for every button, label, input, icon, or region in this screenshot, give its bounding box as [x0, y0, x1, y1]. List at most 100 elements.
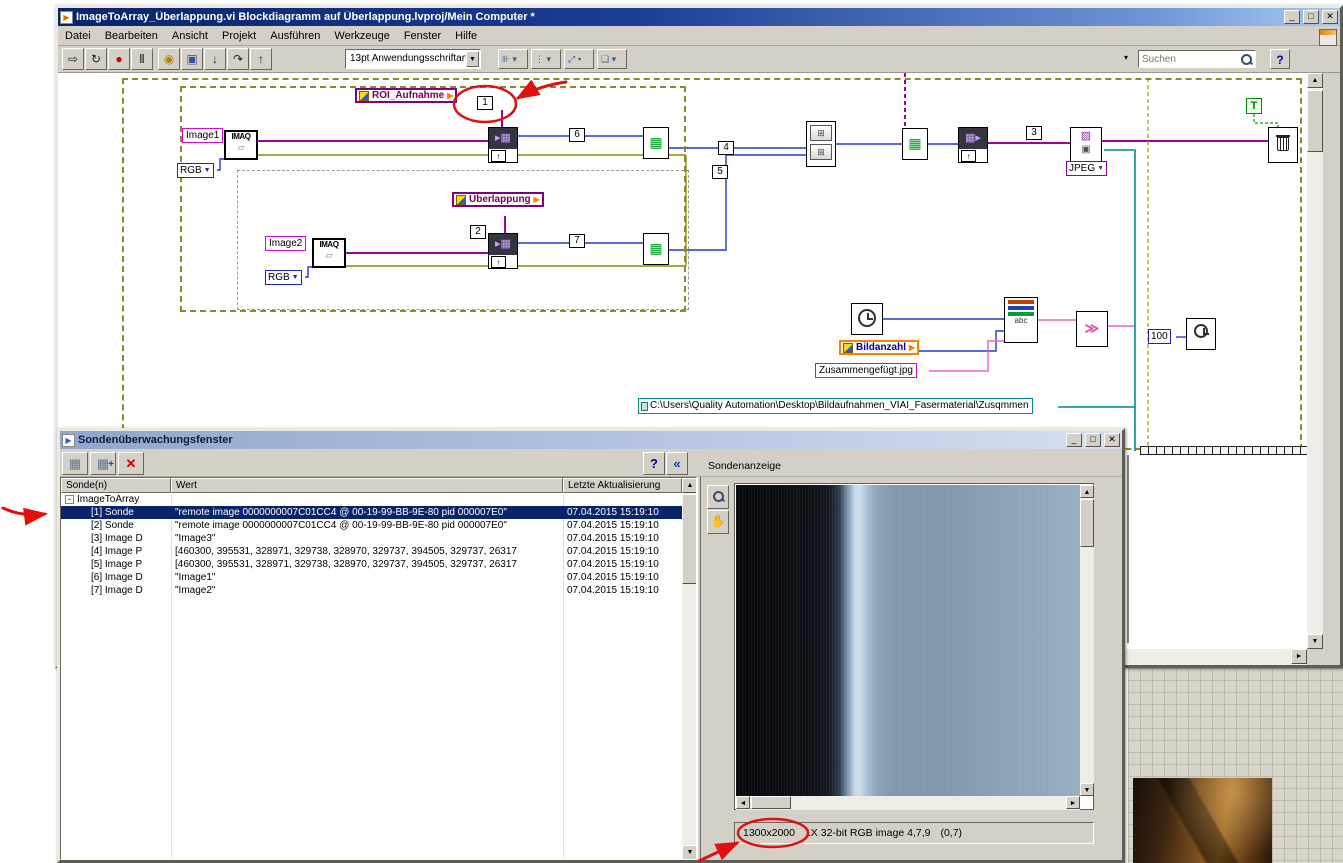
probe-number-3[interactable]: 3: [1026, 126, 1042, 140]
highlight-execution-button[interactable]: ◉: [158, 48, 180, 70]
probe-number-2[interactable]: 2: [470, 225, 486, 239]
search-scope-dropdown[interactable]: ▾: [1124, 53, 1128, 62]
scroll-left-icon[interactable]: ◄: [736, 796, 750, 809]
probe-row-5[interactable]: [5] Image P [460300, 395531, 328971, 3297…: [61, 558, 682, 571]
step-over-button[interactable]: ↷: [227, 48, 249, 70]
tick-count-node[interactable]: [851, 303, 883, 335]
column-header-aktualisierung[interactable]: Letzte Aktualisierung: [563, 478, 682, 493]
imaq-create-node-1[interactable]: IMAQ ▱: [224, 130, 258, 160]
delete-probe-button[interactable]: ✕: [118, 452, 144, 475]
format-into-string-node[interactable]: abc: [1004, 297, 1038, 343]
imaq-create-node-2[interactable]: IMAQ ▱: [312, 238, 346, 268]
minimize-button[interactable]: _: [1284, 10, 1300, 24]
pane-splitter[interactable]: [697, 477, 701, 860]
image-to-array-node-2[interactable]: ▸▦ ↑: [488, 233, 518, 269]
close-button[interactable]: ✕: [1322, 10, 1338, 24]
rgb-type-selector-2[interactable]: RGB ▼: [265, 270, 302, 285]
probe-row-6[interactable]: [6] Image D "Image1" 07.04.2015 15:19:10: [61, 571, 682, 584]
resize-objects-dropdown[interactable]: ⤢ ▾: [564, 49, 594, 69]
zoom-tool-button[interactable]: [707, 485, 729, 509]
bildanzahl-probe[interactable]: Bildanzahl ▶: [839, 340, 920, 355]
jpeg-format-selector[interactable]: JPEG ▼: [1066, 161, 1108, 176]
probe-row-1[interactable]: [1] Sonde "remote image 0000000007C01CC4 …: [61, 506, 682, 519]
array-subset-node-1[interactable]: ▦: [643, 127, 669, 159]
help-button[interactable]: ?: [643, 452, 665, 475]
image-to-array-node-1[interactable]: ▸▦ ↑: [488, 127, 518, 163]
menu-projekt[interactable]: Projekt: [215, 28, 263, 44]
image2-constant[interactable]: Image2: [265, 236, 307, 251]
chevron-down-icon[interactable]: ▼: [466, 51, 479, 67]
array-to-image-node[interactable]: ▦▸ ↑: [958, 127, 988, 163]
probe-number-7[interactable]: 7: [569, 234, 585, 248]
step-into-button[interactable]: ↓: [204, 48, 226, 70]
table-vertical-scrollbar[interactable]: ▲ ▼: [682, 478, 696, 859]
title-bar[interactable]: ▶ Sondenüberwachungsfenster _ □ ✕: [60, 431, 1122, 449]
retain-wire-values-button[interactable]: ▣: [181, 48, 203, 70]
menu-fenster[interactable]: Fenster: [397, 28, 448, 44]
menu-hilfe[interactable]: Hilfe: [448, 28, 484, 44]
align-objects-dropdown[interactable]: ⊪ ▾: [498, 49, 528, 69]
wait-ms-node[interactable]: [1186, 318, 1216, 350]
image-h-thumb[interactable]: [751, 796, 791, 809]
add-probe-button[interactable]: ▦ +: [90, 452, 116, 475]
column-header-wert[interactable]: Wert: [171, 478, 563, 493]
close-button[interactable]: ✕: [1104, 433, 1120, 447]
step-out-button[interactable]: ↑: [250, 48, 272, 70]
probe-number-5[interactable]: 5: [712, 165, 728, 179]
search-icon[interactable]: [1240, 53, 1253, 66]
menu-ansicht[interactable]: Ansicht: [165, 28, 215, 44]
filename-constant[interactable]: Zusammengefügt.jpg: [815, 363, 917, 378]
roi-aufnahme-probe[interactable]: ROI_Aufnahme ▶: [355, 88, 458, 103]
tree-collapse-toggle[interactable]: -: [65, 495, 74, 504]
true-constant[interactable]: T: [1246, 98, 1262, 114]
probe-number-4[interactable]: 4: [718, 141, 734, 155]
write-jpeg-file-node[interactable]: ▨ ▣: [1070, 127, 1102, 163]
probe-number-6[interactable]: 6: [569, 128, 585, 142]
menu-werkzeuge[interactable]: Werkzeuge: [327, 28, 396, 44]
help-button[interactable]: ?: [1270, 49, 1290, 69]
probe-panel-button[interactable]: ▦: [62, 452, 88, 475]
vertical-scrollbar[interactable]: ▲ ▼: [1307, 73, 1323, 649]
probe-number-1[interactable]: 1: [477, 96, 493, 110]
scroll-down-icon[interactable]: ▼: [682, 845, 696, 859]
pan-tool-button[interactable]: ✋: [707, 510, 729, 534]
table-scroll-thumb[interactable]: [682, 494, 696, 584]
scroll-down-icon[interactable]: ▼: [1080, 783, 1094, 796]
pause-button[interactable]: Ⅱ: [131, 48, 153, 70]
distribute-objects-dropdown[interactable]: ⋮ ▾: [531, 49, 561, 69]
image-horizontal-scrollbar[interactable]: ◄ ►: [736, 796, 1080, 810]
probe-image[interactable]: [736, 485, 1080, 796]
menu-ausfuehren[interactable]: Ausführen: [263, 28, 327, 44]
image1-constant[interactable]: Image1: [182, 128, 224, 143]
concatenate-strings-node[interactable]: ≫: [1076, 311, 1108, 347]
column-header-sonden[interactable]: Sonde(n): [61, 478, 171, 493]
maximize-button[interactable]: □: [1085, 433, 1101, 447]
image-v-thumb[interactable]: [1080, 499, 1094, 547]
scroll-right-icon[interactable]: ►: [1066, 796, 1080, 809]
run-button[interactable]: ⇨: [62, 48, 84, 70]
font-selector[interactable]: 13pt Anwendungsschriftart ▼: [345, 49, 481, 69]
array-subset-node-2[interactable]: ▦: [902, 128, 928, 160]
scroll-up-icon[interactable]: ▲: [1080, 485, 1094, 498]
probe-row-7[interactable]: [7] Image D "Image2" 07.04.2015 15:19:10: [61, 584, 682, 597]
image-vertical-scrollbar[interactable]: ▲ ▼: [1080, 485, 1094, 796]
array-subset-node-3[interactable]: ▦: [643, 233, 669, 265]
dispose-image-node[interactable]: [1268, 127, 1298, 163]
path-constant[interactable]: C:\Users\Quality Automation\Desktop\Bild…: [638, 398, 1033, 414]
wait-ms-constant[interactable]: 100: [1148, 329, 1171, 344]
collapse-pane-button[interactable]: «: [666, 452, 688, 475]
reorder-dropdown[interactable]: ❏ ▾: [597, 49, 627, 69]
scroll-down-icon[interactable]: ▼: [1307, 634, 1323, 649]
scroll-up-icon[interactable]: ▲: [1307, 73, 1323, 88]
tree-root-row[interactable]: - ImageToArray: [61, 493, 682, 506]
vertical-scroll-thumb[interactable]: [1307, 90, 1323, 152]
run-continuous-button[interactable]: ↻: [85, 48, 107, 70]
ueberlappung-probe[interactable]: Überlappung ▶: [452, 192, 544, 207]
probe-row-2[interactable]: [2] Sonde "remote image 0000000007C01CC4 …: [61, 519, 682, 532]
menu-datei[interactable]: Datei: [58, 28, 98, 44]
scroll-up-icon[interactable]: ▲: [682, 478, 696, 493]
menu-bearbeiten[interactable]: Bearbeiten: [98, 28, 165, 44]
maximize-button[interactable]: □: [1303, 10, 1319, 24]
abort-button[interactable]: ●: [108, 48, 130, 70]
rgb-type-selector-1[interactable]: RGB ▼: [177, 163, 214, 178]
